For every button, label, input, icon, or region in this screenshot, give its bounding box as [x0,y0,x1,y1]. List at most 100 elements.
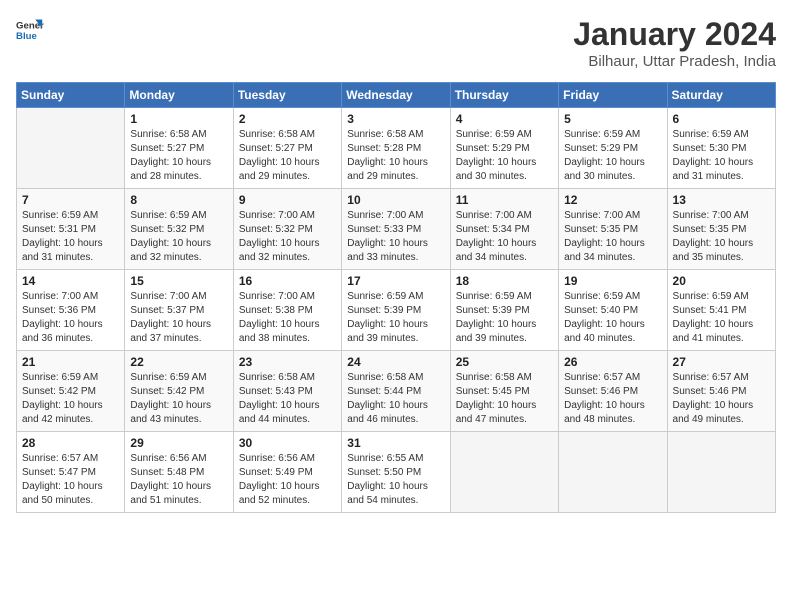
calendar-cell [17,108,125,189]
calendar-cell: 8 Sunrise: 6:59 AMSunset: 5:32 PMDaylight… [125,189,233,270]
day-number: 29 [130,436,227,450]
title-block: January 2024 Bilhaur, Uttar Pradesh, Ind… [573,16,776,70]
svg-text:Blue: Blue [16,31,37,42]
cell-info: Sunrise: 7:00 AMSunset: 5:34 PMDaylight:… [456,209,553,265]
cell-info: Sunrise: 6:55 AMSunset: 5:50 PMDaylight:… [347,452,444,508]
week-row-2: 7Sunrise: 6:59 AMSunset: 5:31 PMDaylight… [17,189,776,270]
calendar-cell: 10Sunrise: 7:00 AMSunset: 5:33 PMDayligh… [342,189,450,270]
week-row-5: 28Sunrise: 6:57 AMSunset: 5:47 PMDayligh… [17,432,776,513]
day-number: 6 [673,112,770,126]
day-number: 22 [130,355,227,369]
cell-info: Sunrise: 6:59 AMSunset: 5:39 PMDaylight:… [456,290,553,346]
calendar-cell: 29 Sunrise: 6:56 AMSunset: 5:48 PMDayligh… [125,432,233,513]
calendar-cell: 1 Sunrise: 6:58 AMSunset: 5:27 PMDaylight… [125,108,233,189]
calendar-header-row: SundayMondayTuesdayWednesdayThursdayFrid… [17,83,776,108]
day-number: 5 [564,112,661,126]
calendar-cell: 20Sunrise: 6:59 AMSunset: 5:41 PMDayligh… [667,270,775,351]
day-number: 16 [239,274,336,288]
cell-info: Sunrise: 6:59 AMSunset: 5:39 PMDaylight:… [347,290,444,346]
day-number: 1 [130,112,227,126]
calendar-cell: 28Sunrise: 6:57 AMSunset: 5:47 PMDayligh… [17,432,125,513]
calendar-cell: 23 Sunrise: 6:58 AMSunset: 5:43 PMDayligh… [233,351,341,432]
calendar-cell [450,432,558,513]
calendar-cell: 27 Sunrise: 6:57 AMSunset: 5:46 PMDayligh… [667,351,775,432]
cell-info: Sunrise: 7:00 AMSunset: 5:36 PMDaylight:… [22,290,119,346]
calendar-cell: 26 Sunrise: 6:57 AMSunset: 5:46 PMDayligh… [559,351,667,432]
cell-info: Sunrise: 6:59 AMSunset: 5:30 PMDaylight:… [673,128,770,184]
header-day-sunday: Sunday [17,83,125,108]
cell-info: Sunrise: 7:00 AMSunset: 5:35 PMDaylight:… [564,209,661,265]
day-number: 25 [456,355,553,369]
cell-info: Sunrise: 6:57 AMSunset: 5:47 PMDaylight:… [22,452,119,508]
day-number: 27 [673,355,770,369]
day-number: 11 [456,193,553,207]
cell-info: Sunrise: 6:58 AMSunset: 5:28 PMDaylight:… [347,128,444,184]
day-number: 2 [239,112,336,126]
calendar-cell: 31 Sunrise: 6:55 AMSunset: 5:50 PMDayligh… [342,432,450,513]
day-number: 24 [347,355,444,369]
logo-icon: General Blue [16,16,44,44]
day-number: 8 [130,193,227,207]
calendar-cell: 24Sunrise: 6:58 AMSunset: 5:44 PMDayligh… [342,351,450,432]
location: Bilhaur, Uttar Pradesh, India [573,53,776,70]
header-day-friday: Friday [559,83,667,108]
day-number: 13 [673,193,770,207]
calendar-cell: 30 Sunrise: 6:56 AMSunset: 5:49 PMDayligh… [233,432,341,513]
calendar-cell [667,432,775,513]
header-day-tuesday: Tuesday [233,83,341,108]
day-number: 3 [347,112,444,126]
day-number: 19 [564,274,661,288]
cell-info: Sunrise: 7:00 AMSunset: 5:33 PMDaylight:… [347,209,444,265]
calendar-cell: 25Sunrise: 6:58 AMSunset: 5:45 PMDayligh… [450,351,558,432]
header-day-monday: Monday [125,83,233,108]
cell-info: Sunrise: 6:58 AMSunset: 5:43 PMDaylight:… [239,371,336,427]
day-number: 30 [239,436,336,450]
week-row-3: 14Sunrise: 7:00 AMSunset: 5:36 PMDayligh… [17,270,776,351]
calendar-cell: 13 Sunrise: 7:00 AMSunset: 5:35 PMDayligh… [667,189,775,270]
day-number: 20 [673,274,770,288]
day-number: 23 [239,355,336,369]
cell-info: Sunrise: 6:57 AMSunset: 5:46 PMDaylight:… [564,371,661,427]
cell-info: Sunrise: 6:59 AMSunset: 5:29 PMDaylight:… [564,128,661,184]
day-number: 26 [564,355,661,369]
calendar-cell: 22 Sunrise: 6:59 AMSunset: 5:42 PMDayligh… [125,351,233,432]
header-day-saturday: Saturday [667,83,775,108]
cell-info: Sunrise: 7:00 AMSunset: 5:35 PMDaylight:… [673,209,770,265]
day-number: 18 [456,274,553,288]
calendar-cell: 2Sunrise: 6:58 AMSunset: 5:27 PMDaylight… [233,108,341,189]
calendar-cell: 11 Sunrise: 7:00 AMSunset: 5:34 PMDayligh… [450,189,558,270]
week-row-1: 1 Sunrise: 6:58 AMSunset: 5:27 PMDaylight… [17,108,776,189]
cell-info: Sunrise: 6:59 AMSunset: 5:40 PMDaylight:… [564,290,661,346]
header-day-wednesday: Wednesday [342,83,450,108]
cell-info: Sunrise: 7:00 AMSunset: 5:38 PMDaylight:… [239,290,336,346]
calendar-cell: 15Sunrise: 7:00 AMSunset: 5:37 PMDayligh… [125,270,233,351]
day-number: 12 [564,193,661,207]
day-number: 4 [456,112,553,126]
day-number: 17 [347,274,444,288]
cell-info: Sunrise: 6:58 AMSunset: 5:27 PMDaylight:… [130,128,227,184]
calendar-cell: 19 Sunrise: 6:59 AMSunset: 5:40 PMDayligh… [559,270,667,351]
week-row-4: 21 Sunrise: 6:59 AMSunset: 5:42 PMDayligh… [17,351,776,432]
calendar-table: SundayMondayTuesdayWednesdayThursdayFrid… [16,82,776,513]
cell-info: Sunrise: 6:59 AMSunset: 5:42 PMDaylight:… [22,371,119,427]
calendar-cell: 6 Sunrise: 6:59 AMSunset: 5:30 PMDaylight… [667,108,775,189]
cell-info: Sunrise: 6:59 AMSunset: 5:42 PMDaylight:… [130,371,227,427]
page-header: General Blue January 2024 Bilhaur, Uttar… [16,16,776,70]
cell-info: Sunrise: 6:56 AMSunset: 5:48 PMDaylight:… [130,452,227,508]
calendar-cell: 12 Sunrise: 7:00 AMSunset: 5:35 PMDayligh… [559,189,667,270]
calendar-cell: 9Sunrise: 7:00 AMSunset: 5:32 PMDaylight… [233,189,341,270]
cell-info: Sunrise: 6:56 AMSunset: 5:49 PMDaylight:… [239,452,336,508]
month-year: January 2024 [573,16,776,53]
logo: General Blue [16,16,44,44]
calendar-cell: 17 Sunrise: 6:59 AMSunset: 5:39 PMDayligh… [342,270,450,351]
day-number: 31 [347,436,444,450]
day-number: 21 [22,355,119,369]
calendar-cell: 5 Sunrise: 6:59 AMSunset: 5:29 PMDaylight… [559,108,667,189]
header-day-thursday: Thursday [450,83,558,108]
cell-info: Sunrise: 6:59 AMSunset: 5:31 PMDaylight:… [22,209,119,265]
cell-info: Sunrise: 6:59 AMSunset: 5:32 PMDaylight:… [130,209,227,265]
cell-info: Sunrise: 6:57 AMSunset: 5:46 PMDaylight:… [673,371,770,427]
cell-info: Sunrise: 6:59 AMSunset: 5:29 PMDaylight:… [456,128,553,184]
calendar-cell: 7Sunrise: 6:59 AMSunset: 5:31 PMDaylight… [17,189,125,270]
calendar-cell [559,432,667,513]
